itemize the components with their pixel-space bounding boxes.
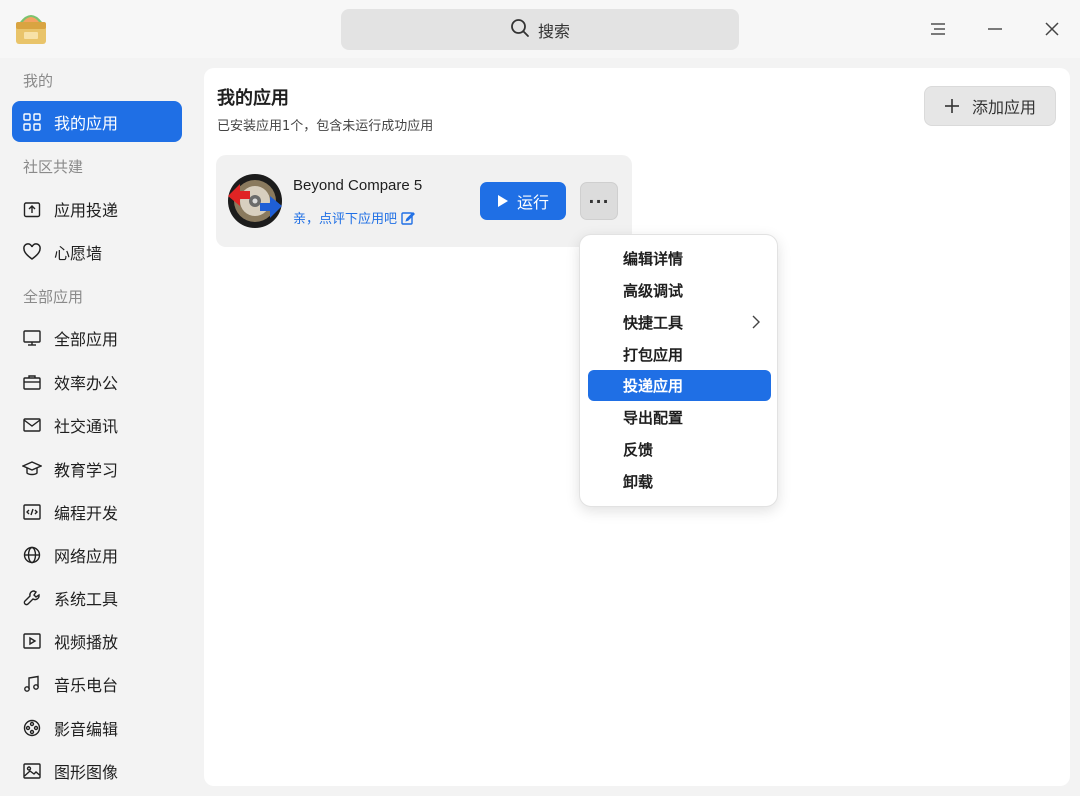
app-name: Beyond Compare 5 xyxy=(293,177,423,194)
menu-item-label: 导出配置 xyxy=(623,409,684,427)
menu-item-submit-app[interactable]: 投递应用 xyxy=(588,370,771,401)
music-note-icon xyxy=(22,674,42,694)
sidebar-item-music[interactable]: 音乐电台 xyxy=(12,663,182,704)
sidebar-item-label: 影音编辑 xyxy=(54,719,119,739)
menu-item-label: 快捷工具 xyxy=(623,314,684,332)
run-button[interactable]: 运行 xyxy=(480,182,566,220)
upload-box-icon xyxy=(22,199,42,219)
mail-icon xyxy=(22,415,42,435)
sidebar-item-office[interactable]: 效率办公 xyxy=(12,361,182,402)
section-title-mine: 我的 xyxy=(23,72,54,90)
app-card[interactable]: Beyond Compare 5 亲，点评下应用吧 运行 ··· xyxy=(216,155,632,247)
hamburger-icon xyxy=(931,23,945,35)
minimize-button[interactable] xyxy=(979,13,1011,45)
page-title: 我的应用 xyxy=(217,88,289,109)
sidebar-item-network[interactable]: 网络应用 xyxy=(12,534,182,575)
menu-item-label: 卸载 xyxy=(623,473,654,491)
sidebar-item-label: 我的应用 xyxy=(54,113,119,133)
add-app-button[interactable]: 添加应用 xyxy=(924,86,1056,126)
page-subtitle: 已安装应用1个，包含未运行成功应用 xyxy=(217,119,434,134)
sidebar-item-label: 网络应用 xyxy=(54,546,119,566)
section-title-all-apps: 全部应用 xyxy=(23,288,84,306)
menu-item-advanced-debug[interactable]: 高级调试 xyxy=(588,275,771,306)
context-menu: 编辑详情 高级调试 快捷工具 打包应用 投递应用 导出配置 反馈 卸载 xyxy=(579,234,778,507)
monitor-icon xyxy=(22,328,42,348)
run-label: 运行 xyxy=(516,193,549,212)
menu-item-label: 打包应用 xyxy=(623,346,684,364)
menu-item-shortcut-tools[interactable]: 快捷工具 xyxy=(588,307,771,338)
sidebar-item-label: 音乐电台 xyxy=(54,675,119,695)
sidebar-item-video[interactable]: 视频播放 xyxy=(12,620,182,661)
menu-item-uninstall[interactable]: 卸载 xyxy=(588,466,771,497)
play-icon xyxy=(497,195,508,207)
graduation-cap-icon xyxy=(22,459,42,479)
briefcase-icon xyxy=(22,372,42,392)
menu-item-feedback[interactable]: 反馈 xyxy=(588,434,771,465)
sidebar-item-social[interactable]: 社交通讯 xyxy=(12,404,182,445)
sidebar-item-app-submit[interactable]: 应用投递 xyxy=(12,188,182,229)
grid-icon xyxy=(22,112,42,132)
edit-icon xyxy=(401,211,416,225)
title-bar: 搜索 xyxy=(0,0,1080,58)
menu-item-label: 投递应用 xyxy=(623,377,684,395)
add-app-label: 添加应用 xyxy=(971,98,1036,117)
menu-item-edit-details[interactable]: 编辑详情 xyxy=(588,243,771,274)
menu-item-package-app[interactable]: 打包应用 xyxy=(588,339,771,370)
minimize-icon xyxy=(988,28,1002,30)
menu-item-label: 反馈 xyxy=(623,441,654,459)
globe-icon xyxy=(22,545,42,565)
menu-item-label: 编辑详情 xyxy=(623,250,684,268)
video-play-icon xyxy=(22,631,42,651)
more-options-button[interactable]: ··· xyxy=(580,182,618,220)
sidebar-item-av-editing[interactable]: 影音编辑 xyxy=(12,707,182,748)
sidebar-item-programming[interactable]: 编程开发 xyxy=(12,491,182,532)
sidebar-item-wish-wall[interactable]: 心愿墙 xyxy=(12,231,182,272)
film-reel-icon xyxy=(22,718,42,738)
rate-app-link[interactable]: 亲，点评下应用吧 xyxy=(293,208,416,227)
rate-app-label: 亲，点评下应用吧 xyxy=(293,212,398,227)
sidebar-item-graphics[interactable]: 图形图像 xyxy=(12,750,182,791)
wrench-icon xyxy=(22,588,42,608)
close-icon xyxy=(1045,22,1059,36)
menu-item-label: 高级调试 xyxy=(623,282,684,300)
more-icon: ··· xyxy=(588,191,610,211)
search-icon xyxy=(510,18,530,42)
heart-icon xyxy=(22,242,42,262)
plus-icon xyxy=(944,99,959,113)
image-icon xyxy=(22,761,42,781)
sidebar-item-label: 系统工具 xyxy=(54,589,119,609)
sidebar-item-all-apps[interactable]: 全部应用 xyxy=(12,317,182,358)
search-placeholder: 搜索 xyxy=(537,21,570,41)
sidebar-item-label: 心愿墙 xyxy=(54,243,103,263)
app-store-logo-icon xyxy=(12,10,50,48)
section-title-community: 社区共建 xyxy=(23,158,84,176)
menu-item-export-config[interactable]: 导出配置 xyxy=(588,402,771,433)
sidebar-item-label: 教育学习 xyxy=(54,460,119,480)
close-button[interactable] xyxy=(1036,13,1068,45)
sidebar-item-education[interactable]: 教育学习 xyxy=(12,448,182,489)
sidebar-item-label: 编程开发 xyxy=(54,503,119,523)
beyond-compare-app-icon xyxy=(226,172,284,230)
sidebar-item-label: 社交通讯 xyxy=(54,416,119,436)
sidebar-item-label: 应用投递 xyxy=(54,200,119,220)
sidebar-item-label: 图形图像 xyxy=(54,762,119,782)
chevron-right-icon xyxy=(752,315,760,329)
code-icon xyxy=(22,502,42,522)
menu-button[interactable] xyxy=(922,13,954,45)
sidebar-item-system-tools[interactable]: 系统工具 xyxy=(12,577,182,618)
sidebar: 我的 我的应用 社区共建 应用投递 心愿墙 全部应用 全部应用 效率办公 社交通… xyxy=(0,58,194,796)
sidebar-item-label: 视频播放 xyxy=(54,632,119,652)
sidebar-item-label: 效率办公 xyxy=(54,373,119,393)
search-input[interactable]: 搜索 xyxy=(341,9,739,50)
sidebar-item-label: 全部应用 xyxy=(54,329,119,349)
sidebar-item-my-apps[interactable]: 我的应用 xyxy=(12,101,182,142)
